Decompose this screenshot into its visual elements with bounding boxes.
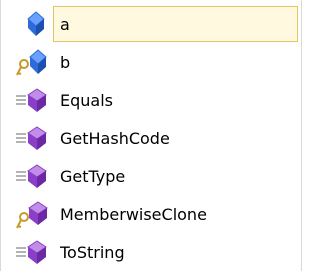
completion-item-label: Equals [60,91,113,110]
method-icon [15,86,49,116]
property-icon [15,48,49,78]
completion-item-memberwiseclone[interactable]: MemberwiseClone [1,196,301,234]
method-icon [15,162,49,192]
completion-item-label: ToString [60,243,125,262]
field-icon [15,10,49,40]
completion-item-gettype[interactable]: GetType [1,158,301,196]
completion-item-label: GetType [60,167,126,186]
intellisense-completion-list: a b Equals GetHashCode GetType Memberwis… [0,0,302,271]
completion-item-tostring[interactable]: ToString [1,234,301,272]
completion-item-equals[interactable]: Equals [1,82,301,120]
method-icon [15,124,49,154]
completion-item-label: b [60,53,71,72]
completion-item-label: a [60,15,70,34]
method-icon [15,238,49,268]
completion-item-label: MemberwiseClone [60,205,207,224]
completion-item-b[interactable]: b [1,44,301,82]
completion-item-gethashcode[interactable]: GetHashCode [1,120,301,158]
completion-item-label: GetHashCode [60,129,170,148]
completion-item-a[interactable]: a [1,6,301,44]
protected-method-icon [15,200,49,230]
selection-highlight [53,6,298,42]
completion-items: a b Equals GetHashCode GetType Memberwis… [1,6,301,272]
